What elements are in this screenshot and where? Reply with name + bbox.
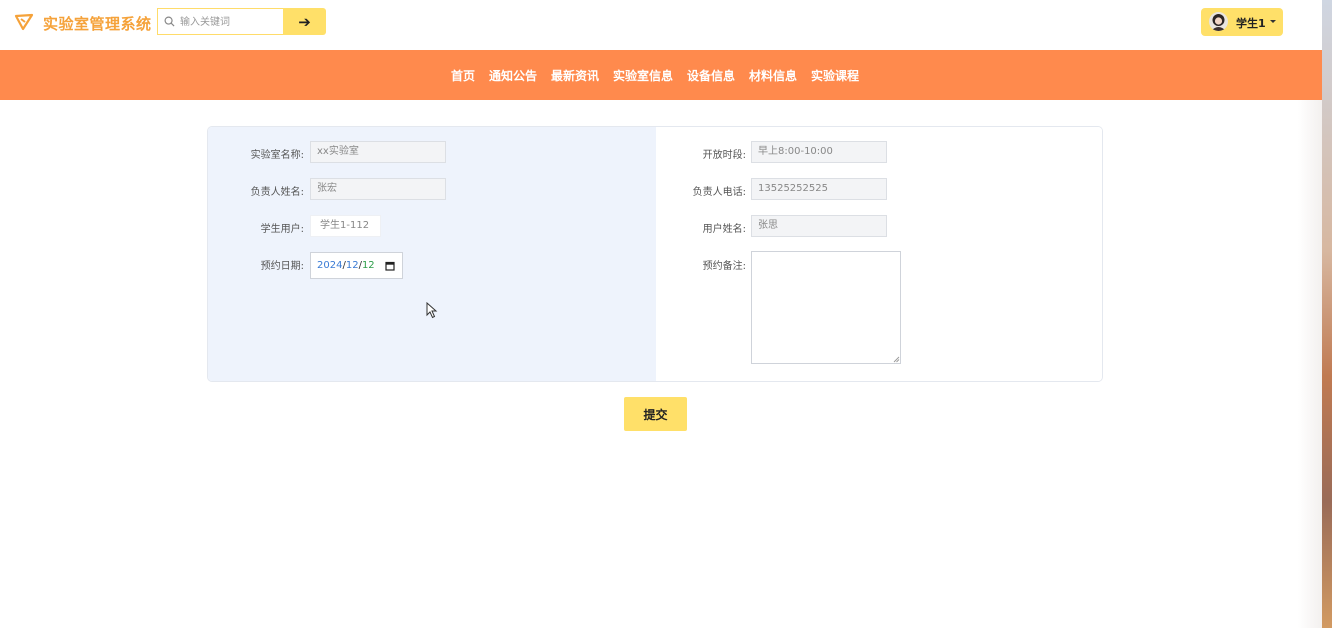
booking-note-label: 预约备注: bbox=[702, 261, 746, 272]
user-name-label: 用户姓名: bbox=[702, 224, 746, 235]
arrow-right-icon: ➔ bbox=[298, 12, 311, 31]
search-box bbox=[157, 8, 283, 35]
calendar-icon[interactable] bbox=[385, 261, 395, 271]
main-nav: 首页 通知公告 最新资讯 实验室信息 设备信息 材料信息 实验课程 bbox=[0, 50, 1322, 100]
student-user-field: 学生1-112 bbox=[310, 215, 381, 237]
nav-item-equipment[interactable]: 设备信息 bbox=[680, 67, 742, 84]
paper-plane-icon bbox=[14, 13, 34, 31]
lab-name-label: 实验室名称: bbox=[250, 150, 304, 161]
nav-item-courses[interactable]: 实验课程 bbox=[804, 67, 866, 84]
lab-name-field: xx实验室 bbox=[310, 141, 446, 163]
student-user-label: 学生用户: bbox=[260, 224, 304, 235]
manager-phone-label: 负责人电话: bbox=[692, 187, 746, 198]
avatar bbox=[1209, 12, 1228, 31]
open-period-label: 开放时段: bbox=[702, 150, 746, 161]
nav-item-news[interactable]: 最新资讯 bbox=[544, 67, 606, 84]
app-title[interactable]: 实验室管理系统 bbox=[43, 13, 152, 34]
mouse-cursor-icon bbox=[426, 302, 438, 319]
nav-item-home[interactable]: 首页 bbox=[444, 67, 482, 84]
user-name-field: 张思 bbox=[751, 215, 887, 237]
chevron-down-icon bbox=[1270, 20, 1276, 23]
form-left-panel: 实验室名称: xx实验室 负责人姓名: 张宏 学生用户: 学生1-112 预约日… bbox=[208, 127, 656, 381]
desktop-edge-fade bbox=[1298, 100, 1322, 628]
search-icon bbox=[164, 16, 175, 27]
booking-form: 实验室名称: xx实验室 负责人姓名: 张宏 学生用户: 学生1-112 预约日… bbox=[207, 126, 1103, 382]
search-input[interactable] bbox=[178, 12, 282, 33]
nav-item-materials[interactable]: 材料信息 bbox=[742, 67, 804, 84]
resize-handle-icon[interactable] bbox=[893, 356, 900, 363]
search-button[interactable]: ➔ bbox=[283, 8, 326, 35]
date-year[interactable]: 2024 bbox=[317, 260, 342, 271]
manager-name-label: 负责人姓名: bbox=[250, 187, 304, 198]
manager-phone-field: 13525252525 bbox=[751, 178, 887, 200]
submit-button[interactable]: 提交 bbox=[624, 397, 687, 431]
user-name: 学生1 bbox=[1236, 17, 1266, 30]
booking-date-input[interactable]: 2024/12/12 bbox=[310, 252, 403, 279]
desktop-wallpaper-strip bbox=[1322, 0, 1332, 628]
open-period-field: 早上8:00-10:00 bbox=[751, 141, 887, 163]
nav-item-notices[interactable]: 通知公告 bbox=[482, 67, 544, 84]
date-month[interactable]: 12 bbox=[346, 260, 359, 271]
nav-item-lab-info[interactable]: 实验室信息 bbox=[606, 67, 680, 84]
top-header: 实验室管理系统 ➔ 学生1 bbox=[0, 0, 1322, 50]
date-day[interactable]: 12 bbox=[362, 260, 375, 271]
booking-note-textarea[interactable] bbox=[751, 251, 901, 364]
manager-name-field: 张宏 bbox=[310, 178, 446, 200]
user-menu-button[interactable]: 学生1 bbox=[1201, 8, 1283, 36]
booking-date-label: 预约日期: bbox=[260, 261, 304, 272]
